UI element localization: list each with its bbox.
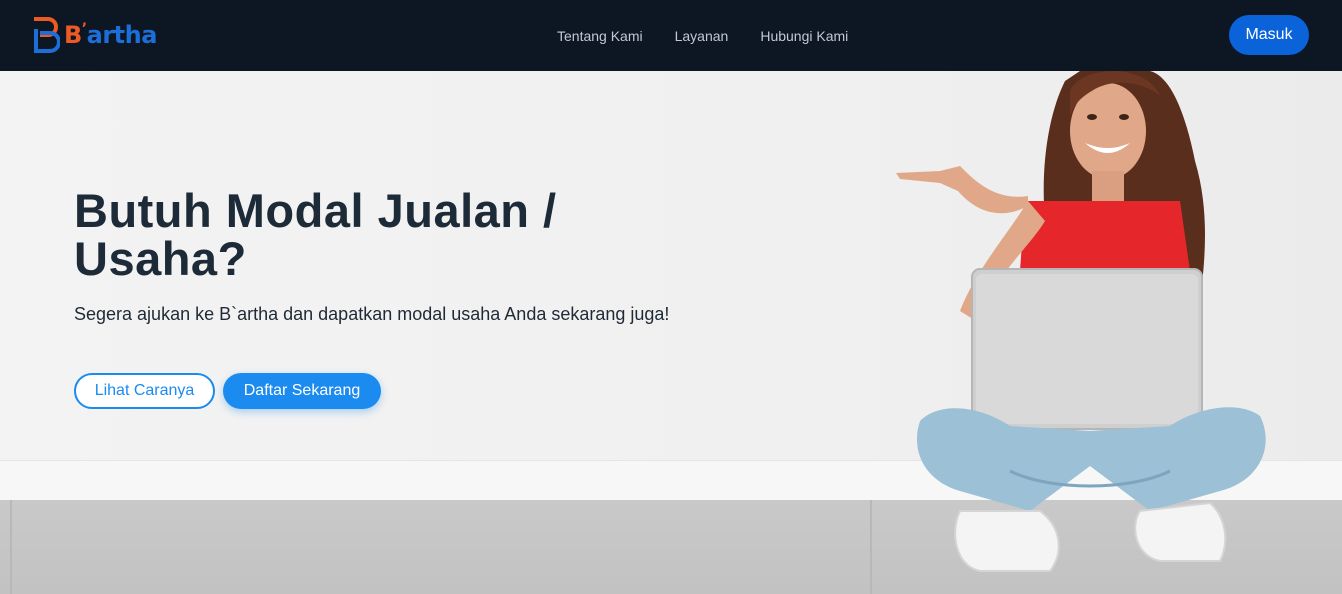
how-it-works-button[interactable]: Lihat Caranya — [74, 373, 215, 409]
hero-section: Butuh Modal Jualan / Usaha? Segera ajuka… — [0, 71, 1342, 594]
floor-tile-line — [10, 500, 12, 594]
brand-logo-letter: B — [64, 21, 82, 49]
login-button[interactable]: Masuk — [1229, 15, 1309, 55]
nav-links: Tentang Kami Layanan Hubungi Kami — [557, 0, 880, 71]
nav-link-hubungi-kami[interactable]: Hubungi Kami — [760, 28, 848, 44]
brand-logo-text: B’artha — [64, 21, 157, 49]
hero-subtitle: Segera ajukan ke B`artha dan dapatkan mo… — [74, 304, 670, 324]
nav-link-tentang-kami[interactable]: Tentang Kami — [557, 28, 643, 44]
brand-logo-rest: artha — [86, 21, 158, 49]
floor-tile-line — [870, 500, 872, 594]
brand-logo[interactable]: B’artha — [30, 14, 157, 56]
hero-title: Butuh Modal Jualan / Usaha? — [74, 184, 557, 285]
register-now-button[interactable]: Daftar Sekarang — [223, 373, 381, 409]
brand-logo-icon — [34, 17, 60, 53]
nav-link-layanan[interactable]: Layanan — [675, 28, 729, 44]
navbar: B’artha Tentang Kami Layanan Hubungi Kam… — [0, 0, 1342, 71]
hero-woman-laptop-illustration — [896, 71, 1266, 572]
